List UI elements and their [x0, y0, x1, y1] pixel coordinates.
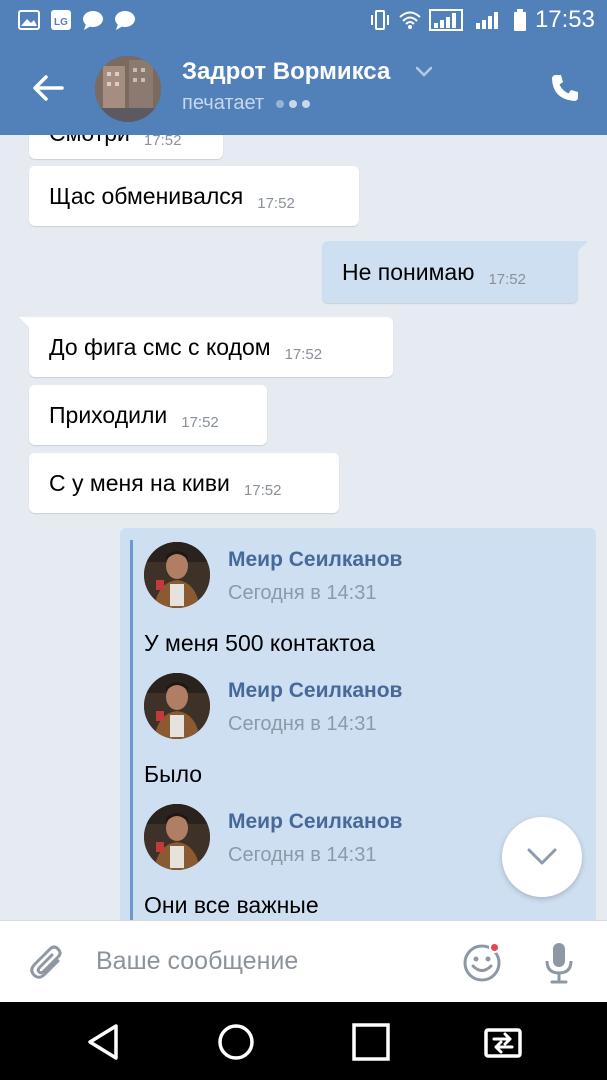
nav-back-icon[interactable]	[84, 1022, 124, 1062]
message-bubble[interactable]: Смотри 17:52	[29, 135, 223, 159]
chat-bubble-icon	[83, 11, 103, 30]
message-time: 17:52	[181, 413, 219, 431]
system-nav-bar	[0, 1002, 607, 1080]
message-text: Щас обменивался	[49, 182, 244, 209]
message-composer: Ваше сообщение	[0, 920, 607, 1002]
avatar[interactable]	[144, 542, 210, 608]
message-text: Смотри	[49, 135, 130, 147]
message-bubble[interactable]: Щас обменивался 17:52	[29, 166, 359, 226]
message-time: 17:52	[257, 194, 295, 212]
forward-date: Сегодня в 14:31	[228, 582, 377, 604]
forward-date: Сегодня в 14:31	[228, 713, 377, 735]
message-list[interactable]: Смотри 17:52 Щас обменивался 17:52 Не по…	[0, 135, 607, 920]
attach-icon[interactable]	[28, 943, 66, 983]
message-time: 17:52	[488, 270, 526, 288]
message-time: 17:52	[284, 345, 323, 363]
status-bar: LG 17:53	[0, 0, 607, 42]
nav-recents-icon[interactable]	[351, 1022, 391, 1062]
chevron-down-icon[interactable]	[415, 65, 433, 79]
lg-icon: LG	[51, 10, 71, 30]
dual-window-icon[interactable]	[483, 1022, 523, 1062]
signal-icon	[428, 9, 463, 31]
forward-text: Они все важные	[144, 892, 319, 918]
forward-date: Сегодня в 14:31	[228, 844, 377, 866]
message-input[interactable]: Ваше сообщение	[96, 947, 298, 976]
clock: 17:53	[534, 6, 595, 33]
contact-avatar[interactable]	[95, 56, 161, 122]
typing-status: печатает	[182, 92, 311, 115]
contact-name[interactable]: Задрот Вормикса	[182, 58, 390, 86]
nav-home-icon[interactable]	[216, 1022, 256, 1062]
avatar[interactable]	[144, 804, 210, 870]
avatar[interactable]	[144, 673, 210, 739]
forward-author[interactable]: Меир Сеилканов	[228, 679, 402, 703]
vibrate-icon	[370, 10, 389, 30]
message-text: С у меня на киви	[49, 469, 230, 496]
chevron-down-icon	[527, 848, 557, 865]
phone-icon[interactable]	[549, 72, 581, 104]
message-bubble[interactable]: До фига смс с кодом 17:52	[19, 317, 393, 377]
typing-label: печатает	[182, 92, 265, 114]
message-bubble-outgoing[interactable]: Не понимаю 17:52	[322, 241, 588, 303]
svg-text:LG: LG	[54, 17, 68, 28]
message-text: Приходили	[49, 401, 168, 428]
notification-dot	[489, 942, 500, 953]
forward-text: Было	[144, 761, 203, 787]
message-bubble[interactable]: Приходили 17:52	[29, 385, 267, 445]
message-bubble[interactable]: С у меня на киви 17:52	[29, 453, 339, 513]
forward-author[interactable]: Меир Сеилканов	[228, 548, 402, 572]
forward-text: У меня 500 контактоа	[144, 630, 375, 656]
forward-indicator-line	[130, 540, 133, 920]
message-time: 17:52	[243, 481, 282, 499]
signal-icon	[475, 12, 498, 29]
message-time: 17:52	[143, 135, 182, 149]
wifi-icon	[399, 11, 421, 29]
message-text: Не понимаю	[342, 258, 475, 285]
chat-bubble-icon	[115, 11, 135, 30]
message-text: До фига смс с кодом	[49, 333, 271, 360]
gallery-icon	[18, 10, 40, 30]
mic-icon[interactable]	[542, 941, 576, 985]
chat-header: Задрот Вормикса печатает	[0, 42, 607, 135]
back-arrow-icon[interactable]	[28, 68, 68, 108]
scroll-to-bottom-button[interactable]	[502, 817, 582, 897]
battery-icon	[513, 9, 526, 31]
typing-dots-icon	[276, 99, 311, 108]
forward-author[interactable]: Меир Сеилканов	[228, 810, 402, 834]
